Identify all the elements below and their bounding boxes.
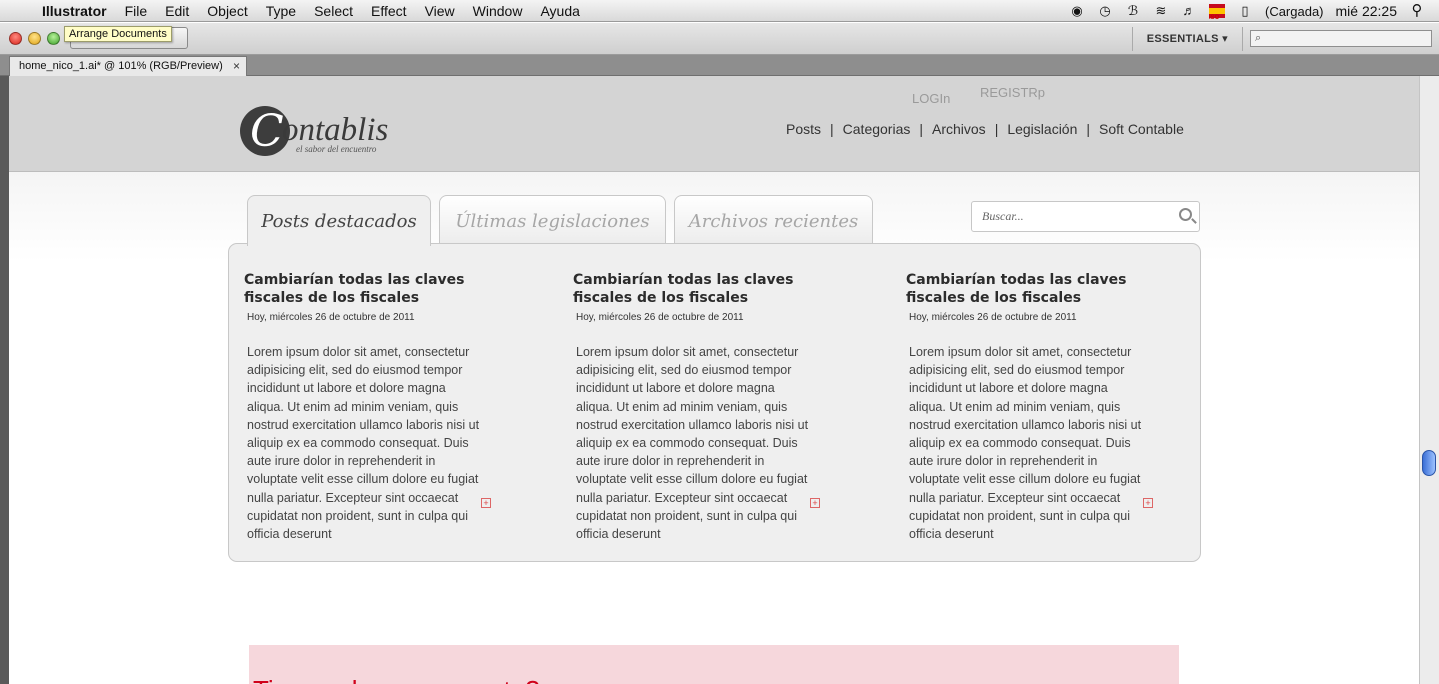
- input-source-flag-icon[interactable]: [1208, 4, 1225, 21]
- application-bar: Arrange Documents ESSENTIALS ▾ ⌕: [0, 23, 1439, 55]
- read-more-plus-icon[interactable]: +: [1143, 498, 1153, 508]
- menu-type[interactable]: Type: [257, 3, 305, 19]
- nav-item-archivos[interactable]: Archivos: [932, 121, 986, 137]
- tab-archivos-recientes[interactable]: Archivos recientes: [674, 195, 873, 244]
- menu-object[interactable]: Object: [198, 3, 256, 19]
- workspace-switcher[interactable]: ESSENTIALS ▾: [1131, 27, 1243, 51]
- login-link[interactable]: LOGIn: [912, 91, 950, 106]
- site-search-input[interactable]: Buscar...: [971, 201, 1200, 232]
- tab-ultimas-legislaciones[interactable]: Últimas legislaciones: [439, 195, 666, 244]
- search-icon[interactable]: [1179, 208, 1192, 221]
- close-window-button[interactable]: [9, 32, 22, 45]
- artboard[interactable]: C ontablis el sabor del encuentro LOGIn …: [9, 76, 1419, 684]
- post-title[interactable]: Cambiarían todas las claves fiscales de …: [573, 271, 843, 307]
- post-excerpt: Lorem ipsum dolor sit amet, consectetur …: [247, 345, 480, 542]
- clock[interactable]: mié 22:25: [1336, 3, 1397, 19]
- menu-bar: Illustrator File Edit Object Type Select…: [0, 0, 1439, 22]
- volume-icon[interactable]: ♬: [1181, 4, 1197, 18]
- nav-separator: |: [994, 121, 999, 137]
- close-document-icon[interactable]: ×: [233, 57, 240, 76]
- spotlight-search-icon[interactable]: ⚲: [1409, 3, 1425, 18]
- battery-icon[interactable]: ▯: [1237, 4, 1253, 18]
- main-nav: Posts | Categorias | Archivos | Legislac…: [786, 121, 1184, 137]
- wifi-icon[interactable]: ≋: [1153, 4, 1169, 18]
- scrollbar-thumb[interactable]: [1422, 450, 1436, 476]
- illustrator-canvas[interactable]: C ontablis el sabor del encuentro LOGIn …: [0, 76, 1439, 684]
- help-search-input[interactable]: ⌕: [1250, 30, 1432, 47]
- nav-separator: |: [830, 121, 834, 137]
- logo-tagline: el sabor del encuentro: [296, 144, 377, 154]
- minimize-window-button[interactable]: [28, 32, 41, 45]
- document-tab[interactable]: home_nico_1.ai* @ 101% (RGB/Preview) ×: [9, 56, 247, 76]
- time-machine-icon[interactable]: ◷: [1097, 4, 1113, 18]
- post-date: Hoy, miércoles 26 de octubre de 2011: [247, 312, 415, 323]
- post-title[interactable]: Cambiarían todas las claves fiscales de …: [906, 271, 1176, 307]
- nav-item-legislacion[interactable]: Legislación: [1007, 121, 1077, 137]
- register-link[interactable]: REGISTRp: [980, 85, 1045, 100]
- post-date: Hoy, miércoles 26 de octubre de 2011: [909, 312, 1077, 323]
- read-more-plus-icon[interactable]: +: [810, 498, 820, 508]
- posts-panel: Cambiarían todas las claves fiscales de …: [228, 243, 1201, 562]
- menu-select[interactable]: Select: [305, 3, 362, 19]
- question-banner-heading: Tienes alguna pregunta?: [253, 675, 540, 684]
- read-more-plus-icon[interactable]: +: [481, 498, 491, 508]
- arrange-documents-tooltip: Arrange Documents: [64, 26, 172, 42]
- menu-view[interactable]: View: [416, 3, 464, 19]
- post-card: Cambiarían todas las claves fiscales de …: [244, 271, 514, 543]
- question-banner: Tienes alguna pregunta?: [249, 645, 1179, 684]
- document-tab-title: home_nico_1.ai* @ 101% (RGB/Preview): [19, 60, 223, 72]
- menu-file[interactable]: File: [116, 3, 157, 19]
- site-search-placeholder: Buscar...: [982, 209, 1024, 223]
- battery-status: (Cargada): [1264, 3, 1324, 19]
- post-date: Hoy, miércoles 26 de octubre de 2011: [576, 312, 744, 323]
- nav-separator: |: [919, 121, 923, 137]
- bluetooth-icon[interactable]: ℬ: [1125, 4, 1141, 18]
- menu-edit[interactable]: Edit: [156, 3, 198, 19]
- post-excerpt: Lorem ipsum dolor sit amet, consectetur …: [576, 345, 809, 542]
- vertical-scrollbar[interactable]: [1419, 76, 1439, 684]
- robot-icon[interactable]: ◉: [1069, 4, 1085, 18]
- nav-item-categorias[interactable]: Categorias: [843, 121, 911, 137]
- tab-posts-destacados[interactable]: Posts destacados: [247, 195, 431, 246]
- menu-app-name[interactable]: Illustrator: [42, 3, 116, 19]
- document-tab-strip: home_nico_1.ai* @ 101% (RGB/Preview) ×: [0, 55, 1439, 76]
- post-excerpt: Lorem ipsum dolor sit amet, consectetur …: [909, 345, 1142, 542]
- nav-separator: |: [1086, 121, 1091, 137]
- nav-item-soft-contable[interactable]: Soft Contable: [1099, 121, 1184, 137]
- logo-initial: C: [250, 106, 284, 157]
- post-card: Cambiarían todas las claves fiscales de …: [573, 271, 843, 543]
- site-header: C ontablis el sabor del encuentro LOGIn …: [9, 76, 1419, 172]
- menu-window[interactable]: Window: [464, 3, 532, 19]
- post-card: Cambiarían todas las claves fiscales de …: [906, 271, 1176, 543]
- nav-item-posts[interactable]: Posts: [786, 121, 821, 137]
- post-title[interactable]: Cambiarían todas las claves fiscales de …: [244, 271, 514, 307]
- menu-help[interactable]: Ayuda: [531, 3, 588, 19]
- status-area: ◉ ◷ ℬ ≋ ♬ ▯ (Cargada) mié 22:25 ⚲: [1069, 0, 1439, 22]
- menu-effect[interactable]: Effect: [362, 3, 416, 19]
- zoom-window-button[interactable]: [47, 32, 60, 45]
- contablis-logo[interactable]: C ontablis el sabor del encuentro: [240, 106, 420, 158]
